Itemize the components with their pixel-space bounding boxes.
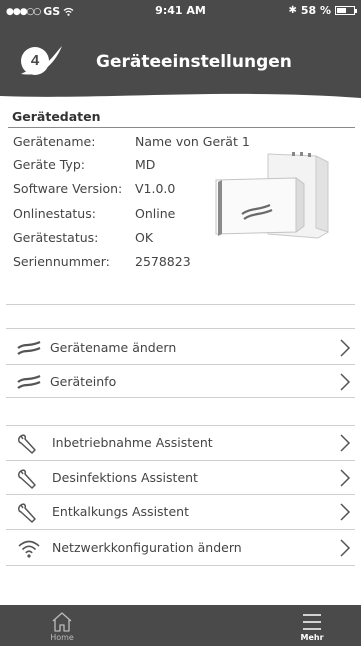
tab-more[interactable]: Mehr (282, 605, 342, 646)
tab-label: Home (50, 633, 74, 642)
chevron-right-icon (340, 339, 351, 357)
device-wave-icon (17, 374, 41, 389)
info-value: OK (135, 230, 154, 245)
divider (6, 425, 355, 426)
chevron-right-icon (340, 373, 351, 391)
device-image (215, 152, 329, 239)
divider (6, 494, 355, 495)
divider (6, 304, 355, 305)
chevron-right-icon (340, 503, 351, 521)
chevron-right-icon (340, 539, 351, 557)
info-label: Gerätename: (13, 134, 96, 149)
info-value: Name von Gerät 1 (135, 134, 250, 149)
divider (6, 529, 355, 530)
brand-logo[interactable]: 4 (18, 44, 64, 78)
menu-label: Gerätename ändern (50, 340, 177, 355)
chevron-right-icon (340, 469, 351, 487)
menu-label: Desinfektions Assistent (52, 470, 198, 485)
menu-label: Entkalkungs Assistent (52, 504, 189, 519)
divider (6, 364, 355, 365)
divider (6, 565, 355, 566)
battery-percent: 58 % (300, 4, 331, 17)
header: ●●●○○ GS 9:41 AM ✱ 58 % 4 Geräteeinstell… (0, 0, 361, 108)
menu-item-decalcification-assistant[interactable]: Entkalkungs Assistent (6, 496, 355, 528)
wrench-icon (18, 469, 36, 489)
app-screen: ●●●○○ GS 9:41 AM ✱ 58 % 4 Geräteeinstell… (0, 0, 361, 646)
home-icon (52, 612, 72, 632)
page-title: Geräteeinstellungen (96, 52, 292, 72)
info-label: Geräte Typ: (13, 157, 85, 172)
tab-home[interactable]: Home (32, 605, 92, 646)
wifi-icon (18, 540, 40, 558)
menu-label: Netzwerkkonfiguration ändern (52, 540, 242, 555)
wrench-icon (18, 503, 36, 523)
tab-label: Mehr (300, 633, 324, 642)
menu-item-rename-device[interactable]: Gerätename ändern (6, 332, 355, 364)
battery-icon (335, 6, 357, 15)
divider (6, 328, 355, 329)
info-label: Onlinestatus: (13, 206, 96, 221)
section-title-device-data: Gerätedaten (12, 109, 101, 124)
wrench-icon (18, 434, 36, 454)
divider (6, 460, 355, 461)
bluetooth-icon: ✱ (288, 5, 297, 16)
menu-label: Geräteinfo (50, 374, 117, 389)
battery-fill (337, 8, 346, 13)
info-label: Gerätestatus: (13, 230, 99, 245)
menu-item-disinfection-assistant[interactable]: Desinfektions Assistent (6, 462, 355, 494)
info-value: V1.0.0 (135, 181, 176, 196)
menu-item-network-config[interactable]: Netzwerkkonfiguration ändern (6, 532, 355, 564)
info-label: Software Version: (13, 181, 123, 196)
menu-icon (303, 614, 321, 630)
status-bar: ●●●○○ GS 9:41 AM ✱ 58 % (0, 0, 361, 20)
info-value: Online (135, 206, 176, 221)
tab-bar: Home Mehr (0, 605, 361, 646)
menu-item-device-info[interactable]: Geräteinfo (6, 366, 355, 398)
device-wave-icon (17, 340, 41, 355)
chevron-right-icon (340, 434, 351, 452)
info-value: 2578823 (135, 254, 191, 269)
menu-label: Inbetriebnahme Assistent (52, 435, 213, 450)
section-divider (8, 127, 355, 128)
info-label: Seriennummer: (13, 254, 110, 269)
logo-number: 4 (23, 49, 47, 73)
status-right: ✱ 58 % (288, 4, 357, 17)
info-value: MD (135, 157, 156, 172)
menu-item-commissioning-assistant[interactable]: Inbetriebnahme Assistent (6, 427, 355, 459)
divider (6, 397, 355, 398)
